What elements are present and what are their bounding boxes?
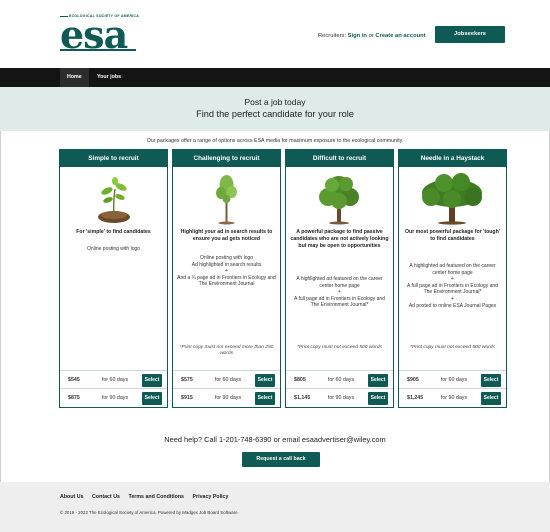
- feature-line: +: [451, 276, 454, 283]
- package-title: Needle in a Haystack: [399, 150, 506, 167]
- feature-line: And a ¼ page ad in Frontiers in Ecology …: [177, 274, 276, 288]
- price-row: $575 for 60 days Select: [173, 370, 280, 389]
- package-card-difficult: Difficult to recruit A powerful package …: [285, 149, 394, 408]
- package-note: *Print copy must not exceed 500 words: [410, 345, 495, 350]
- request-callback-button[interactable]: Request a call back: [242, 452, 320, 467]
- price-row: $1,245 for 90 days Select: [399, 388, 506, 407]
- hero-title: Post a job today: [244, 97, 306, 107]
- select-button[interactable]: Select: [255, 374, 275, 387]
- sign-in-link[interactable]: Sign in: [348, 33, 367, 39]
- footer-link-privacy[interactable]: Privacy Policy: [193, 494, 229, 500]
- site-footer: About Us Contact Us Terms and Conditions…: [0, 482, 550, 532]
- select-button[interactable]: Select: [481, 392, 501, 405]
- nav-home[interactable]: Home: [60, 68, 89, 87]
- package-description: Highlight your ad in search results to e…: [180, 229, 273, 242]
- seedling-icon: [98, 177, 130, 223]
- footer-link-terms[interactable]: Terms and Conditions: [128, 494, 184, 500]
- package-features: Online posting with logo Ad highlighted …: [177, 255, 276, 288]
- package-description: For 'simple' to find candidates: [76, 229, 151, 235]
- sapling-icon: [216, 175, 237, 225]
- logo-wordmark: esa: [60, 12, 128, 57]
- package-title: Challenging to recruit: [173, 150, 280, 167]
- feature-line: Ad highlighted in search results: [191, 261, 262, 268]
- recruiters-links: Recruiters: Sign in or Create an account: [318, 33, 426, 39]
- select-button[interactable]: Select: [368, 374, 388, 387]
- price-duration: for 90 days: [214, 395, 242, 401]
- package-title: Difficult to recruit: [286, 150, 393, 167]
- package-features: A highlighted ad featured on the career …: [290, 276, 389, 309]
- select-button[interactable]: Select: [255, 392, 275, 405]
- packages-intro: Our packages offer a range of options ac…: [146, 138, 404, 144]
- tree-icon: [319, 176, 359, 225]
- price-amount: $1,245: [407, 395, 424, 401]
- hero-subtitle: Find the perfect candidate for your role: [196, 109, 354, 119]
- select-button[interactable]: Select: [481, 374, 501, 387]
- price-row: $875 for 90 days Select: [60, 388, 167, 407]
- package-body: Our most powerful package for 'tough' to…: [399, 167, 506, 370]
- package-card-challenging: Challenging to recruit Highlight your ad…: [172, 149, 281, 408]
- large-tree-icon: [422, 173, 482, 225]
- package-title: Simple to recruit: [60, 150, 167, 167]
- price-row: $545 for 60 days Select: [60, 370, 167, 389]
- select-button[interactable]: Select: [142, 374, 162, 387]
- feature-line: Online posting with logo: [199, 255, 254, 261]
- price-row: $805 for 60 days Select: [286, 370, 393, 389]
- help-text: Need help? Call 1-201-748-6390 or email …: [164, 435, 386, 444]
- footer-link-contact[interactable]: Contact Us: [92, 494, 120, 500]
- esa-logo[interactable]: ECOLOGICAL SOCIETY OF AMERICA esa: [60, 12, 139, 57]
- package-features: Online posting with logo: [64, 246, 163, 253]
- package-body: A powerful package to find passive candi…: [286, 167, 393, 370]
- select-button[interactable]: Select: [368, 392, 388, 405]
- or-text: or: [368, 33, 374, 39]
- site-header: ECOLOGICAL SOCIETY OF AMERICA esa Recrui…: [0, 0, 550, 68]
- package-note: *Print copy must not exceed more than 25…: [179, 345, 274, 357]
- price-row: $1,145 for 90 days Select: [286, 388, 393, 407]
- package-description: A powerful package to find passive candi…: [290, 229, 389, 249]
- package-body: For 'simple' to find candidates Online p…: [60, 167, 167, 370]
- footer-links: About Us Contact Us Terms and Conditions…: [60, 494, 235, 500]
- logo-underline: [60, 49, 136, 51]
- package-description: Our most powerful package for 'tough' to…: [405, 229, 500, 242]
- price-row: $915 for 90 days Select: [173, 388, 280, 407]
- feature-line: Ad posted to online ESA Journal Pages: [408, 302, 497, 309]
- hero-banner: Post a job today Find the perfect candid…: [0, 87, 550, 131]
- footer-link-about[interactable]: About Us: [60, 494, 84, 500]
- nav-your-jobs[interactable]: Your jobs: [90, 68, 128, 87]
- feature-line: A full page ad in Frontiers in Ecology a…: [407, 282, 498, 296]
- feature-line: +: [338, 289, 341, 296]
- package-features: A highlighted ad featured on the career …: [403, 263, 502, 309]
- package-card-needle: Needle in a Haystack Our most powerful p…: [398, 149, 507, 408]
- feature-line: A highlighted ad featured on the career …: [409, 263, 496, 276]
- feature-line: A full page ad in Frontiers in Ecology a…: [294, 295, 385, 309]
- create-account-link[interactable]: Create an account: [375, 33, 425, 39]
- feature-line: +: [225, 268, 228, 275]
- package-card-simple: Simple to recruit For 'simple' to find c…: [59, 149, 168, 408]
- recruiters-label: Recruiters:: [318, 33, 347, 39]
- price-amount: $1,145: [294, 395, 311, 401]
- price-row: $905 for 60 days Select: [399, 370, 506, 389]
- feature-line: +: [451, 295, 454, 302]
- feature-line: A highlighted ad featured on the career …: [296, 276, 383, 289]
- select-button[interactable]: Select: [142, 392, 162, 405]
- main-nav: Home Your jobs: [0, 68, 550, 87]
- price-duration: for 90 days: [327, 395, 355, 401]
- jobseekers-button[interactable]: Jobseekers: [435, 26, 505, 43]
- feature-line: Online posting with logo: [86, 246, 141, 252]
- package-body: Highlight your ad in search results to e…: [173, 167, 280, 370]
- copyright-text: © 2019 - 2022 The Ecological Society of …: [60, 510, 238, 515]
- package-note: *Print copy must not exceed 500 words: [297, 345, 382, 350]
- price-duration: for 90 days: [440, 395, 468, 401]
- price-duration: for 90 days: [101, 395, 129, 401]
- price-amount: $915: [181, 395, 193, 401]
- price-amount: $875: [68, 395, 80, 401]
